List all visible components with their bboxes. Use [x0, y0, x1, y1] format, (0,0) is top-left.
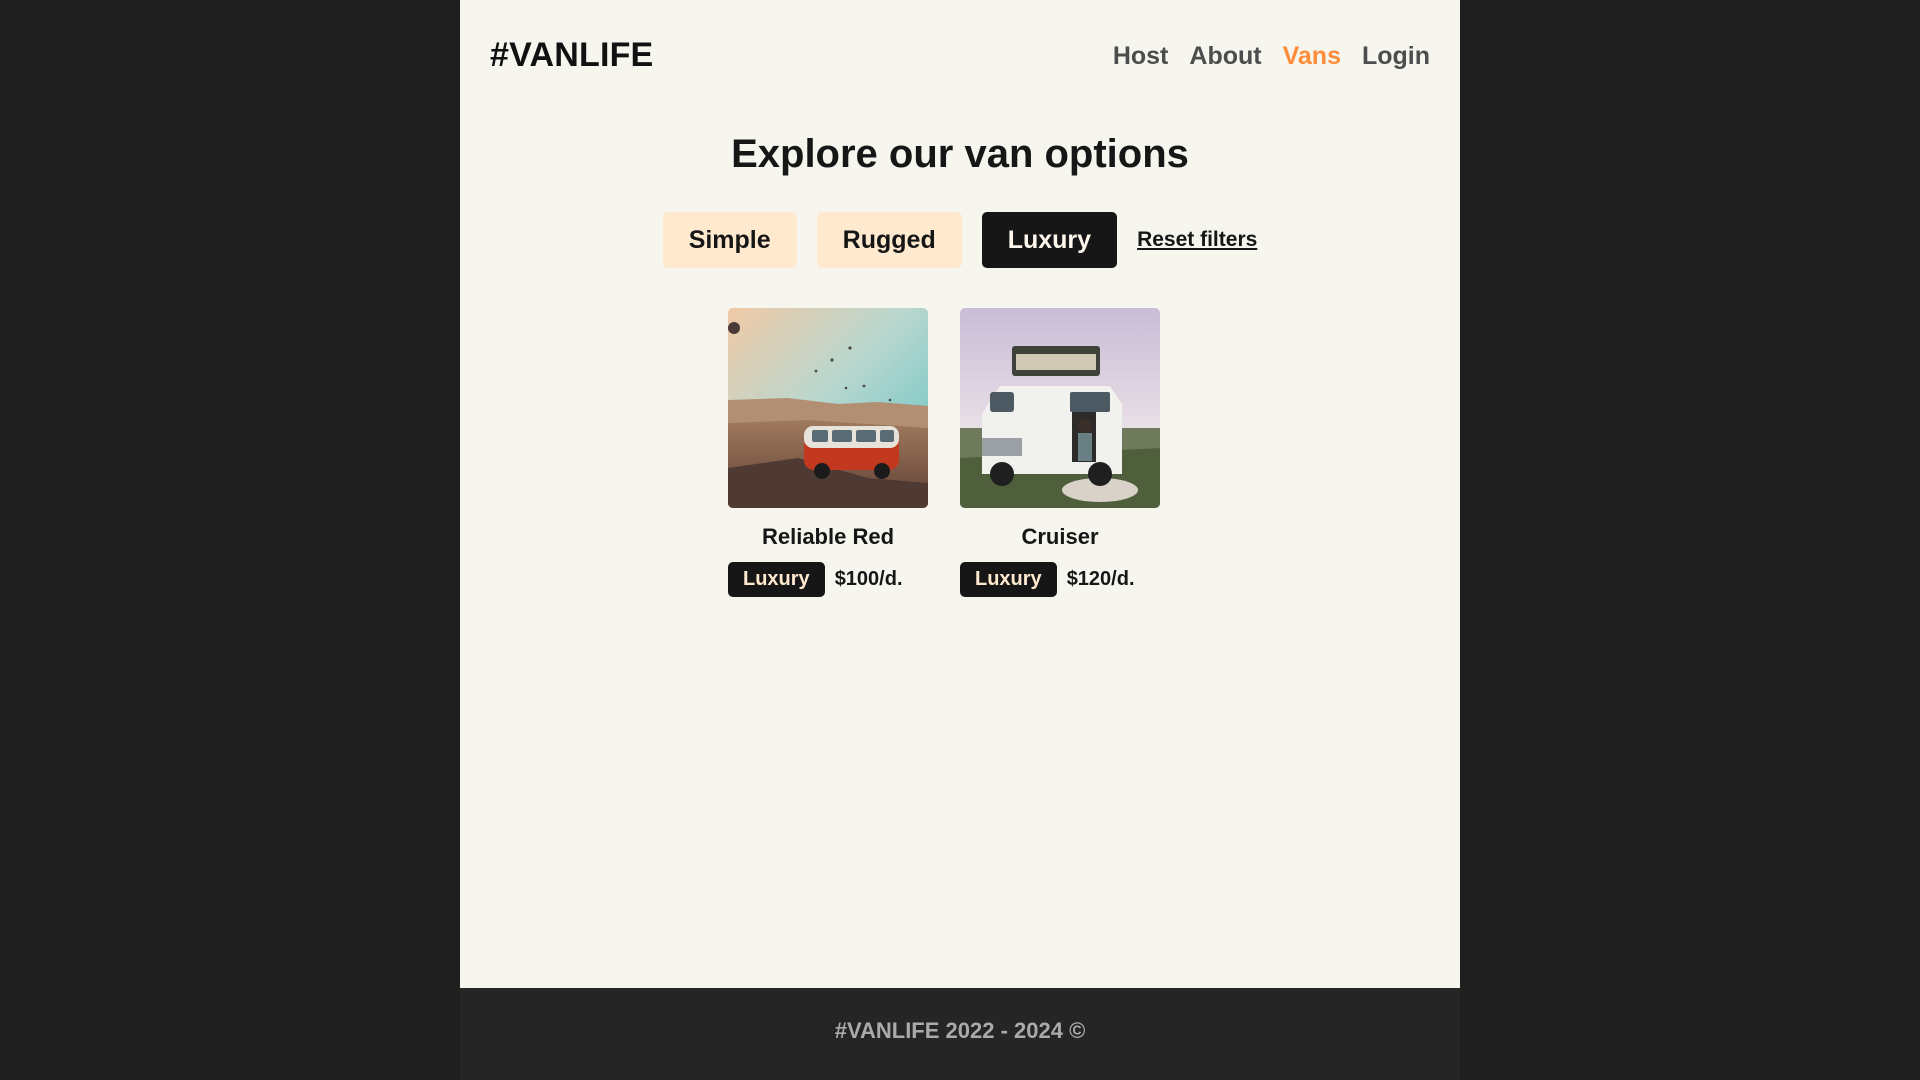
app-container: #VANLIFE Host About Vans Login Explore o…: [460, 0, 1460, 1080]
site-logo[interactable]: #VANLIFE: [490, 36, 653, 75]
page-title: Explore our van options: [731, 132, 1189, 176]
van-name: Cruiser: [1021, 524, 1099, 549]
nav-link-host[interactable]: Host: [1113, 42, 1169, 71]
site-footer: #VANLIFE 2022 - 2024 ©: [460, 988, 1460, 1080]
van-card[interactable]: Reliable Red Luxury $100/d.: [728, 308, 928, 597]
van-list: Reliable Red Luxury $100/d. Cruiser Luxu…: [728, 308, 1160, 597]
nav-link-login[interactable]: Login: [1362, 42, 1430, 71]
filter-button-rugged[interactable]: Rugged: [816, 212, 962, 268]
van-photo-cruiser: [960, 308, 1160, 508]
van-card[interactable]: Cruiser Luxury $120/d.: [960, 308, 1160, 597]
main-nav: Host About Vans Login: [1113, 42, 1430, 71]
filter-button-luxury[interactable]: Luxury: [981, 212, 1118, 268]
van-meta: Luxury $120/d.: [960, 562, 1160, 597]
van-meta: Luxury $100/d.: [728, 562, 928, 597]
filter-button-simple[interactable]: Simple: [662, 212, 797, 268]
van-photo-reliable-red: [728, 308, 928, 508]
van-price: $100/d.: [834, 568, 903, 590]
site-header: #VANLIFE Host About Vans Login: [460, 0, 1460, 118]
van-price: $120/d.: [1066, 568, 1135, 590]
van-type-badge: Luxury: [960, 562, 1057, 597]
reset-filters-link[interactable]: Reset filters: [1137, 228, 1257, 252]
nav-link-vans[interactable]: Vans: [1283, 42, 1341, 71]
nav-link-about[interactable]: About: [1189, 42, 1261, 71]
footer-copyright: #VANLIFE 2022 - 2024 ©: [834, 1018, 1086, 1043]
filter-bar: Simple Rugged Luxury Reset filters: [460, 212, 1460, 268]
van-name: Reliable Red: [761, 524, 895, 549]
van-type-badge: Luxury: [728, 562, 825, 597]
